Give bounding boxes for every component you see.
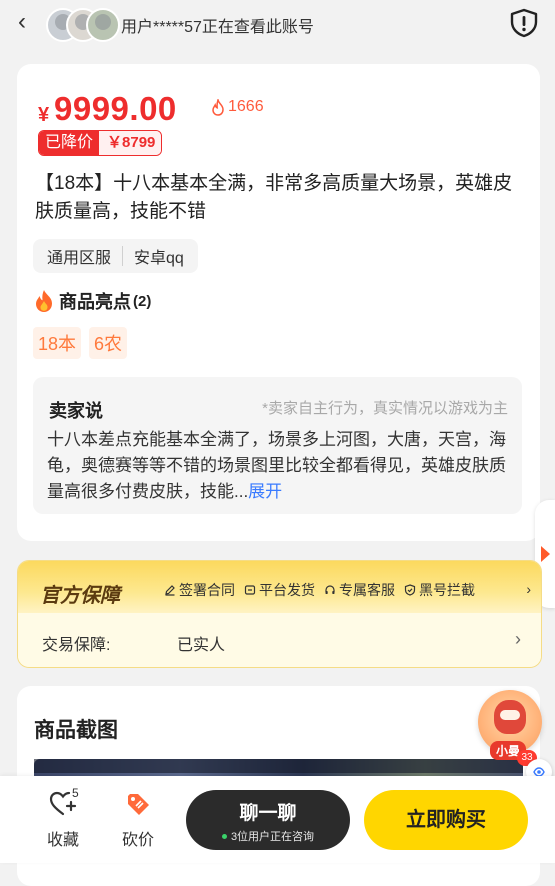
listing-card: ¥ 9999.00 1666 已降价 ￥8799 【18本】十八本基本全满，非常…	[17, 64, 540, 541]
highlight-tag: 18本	[33, 327, 82, 359]
viewer-avatars	[46, 6, 120, 42]
chevron-right-icon: ›	[526, 581, 531, 597]
chat-button[interactable]: 聊一聊 3位用户正在咨询	[186, 790, 350, 850]
currency-symbol: ¥	[38, 104, 50, 126]
chip-server: 通用区服	[47, 250, 112, 267]
top-bar: ‹ 用户*****57正在查看此账号	[0, 0, 555, 46]
shield-check-icon	[404, 584, 416, 596]
viewing-notice: 用户*****57正在查看此账号	[121, 19, 314, 36]
listing-title: 【18本】十八本基本全满，非常多高质量大场景，英雄皮肤质量高，技能不错	[35, 173, 513, 222]
guarantee-item: 专属客服	[324, 580, 395, 600]
highlight-tag: 6农	[89, 327, 128, 359]
pen-icon	[165, 585, 175, 596]
flame-icon	[212, 98, 224, 116]
favorite-count: 5	[72, 786, 79, 800]
avatar	[86, 8, 120, 42]
trade-guarantee-row[interactable]: 交易保障: 已实人 ›	[18, 613, 541, 667]
highlight-tags: 18本 6农	[33, 327, 135, 359]
guarantee-items: 签署合同 平台发货 专属客服 黑号拦截	[164, 580, 484, 600]
headset-icon	[325, 585, 335, 594]
price-drop-value: ￥8799	[99, 131, 162, 155]
highlights-count: (2)	[133, 292, 152, 310]
online-dot	[221, 833, 227, 839]
highlights-heading: 商品亮点 (2)	[33, 288, 151, 314]
guarantee-item: 签署合同	[164, 580, 235, 600]
chip-divider	[122, 246, 124, 266]
chat-label: 聊一聊	[239, 803, 297, 824]
guarantee-item: 黑号拦截	[404, 580, 475, 600]
expand-link[interactable]: 展开	[248, 482, 282, 501]
guarantee-header: 官方保障 签署合同 平台发货 专属客服 黑号拦截 ›	[18, 561, 541, 613]
price-tag-icon	[118, 788, 158, 820]
heart-plus-icon: 5	[42, 786, 84, 820]
box-icon	[244, 585, 256, 595]
seller-note-disclaimer: *卖家自主行为，真实情况以游戏为主	[262, 400, 508, 417]
trade-guarantee-value: 已实人	[177, 637, 226, 654]
highlights-title: 商品亮点	[59, 292, 131, 312]
shield-warning-icon[interactable]	[509, 8, 539, 38]
bottom-action-bar: 5 收藏 砍价 聊一聊 3位用户正在咨询 立即购买	[0, 776, 555, 863]
bargain-label: 砍价	[121, 832, 154, 849]
price: 9999.00	[54, 90, 177, 127]
guarantee-item: 平台发货	[244, 580, 315, 600]
trade-guarantee-label: 交易保障:	[42, 637, 111, 654]
buy-now-button[interactable]: 立即购买	[364, 790, 528, 850]
chip-platform: 安卓qq	[134, 250, 184, 267]
screenshots-title: 商品截图	[34, 714, 118, 746]
heat-count: 1666	[211, 98, 264, 116]
server-chips: 通用区服 安卓qq	[33, 239, 198, 273]
chat-subtext: 3位用户正在咨询	[186, 828, 350, 844]
bargain-button[interactable]: 砍价	[118, 788, 158, 850]
seller-note-body: 十八本差点充能基本全满了，场景多上河图，大唐，天宫，海龟，奥德赛等等不错的场景图…	[47, 427, 517, 505]
heat-value: 1666	[228, 98, 264, 115]
price-drop-badge: 已降价 ￥8799	[38, 130, 163, 156]
price-drop-label: 已降价	[39, 131, 100, 155]
chevron-right-icon: ›	[515, 629, 521, 649]
fire-icon	[36, 290, 52, 312]
back-icon[interactable]: ‹	[18, 10, 40, 34]
favorite-label: 收藏	[46, 832, 79, 849]
guarantee-title: 官方保障	[40, 585, 120, 607]
seller-note-heading: 卖家说	[49, 401, 103, 421]
seller-note: 卖家说 *卖家自主行为，真实情况以游戏为主 十八本差点充能基本全满了，场景多上河…	[33, 377, 522, 514]
favorite-button[interactable]: 5 收藏	[42, 786, 84, 850]
official-guarantee[interactable]: 官方保障 签署合同 平台发货 专属客服 黑号拦截 › 交易保障: 已实人 ›	[17, 560, 542, 668]
